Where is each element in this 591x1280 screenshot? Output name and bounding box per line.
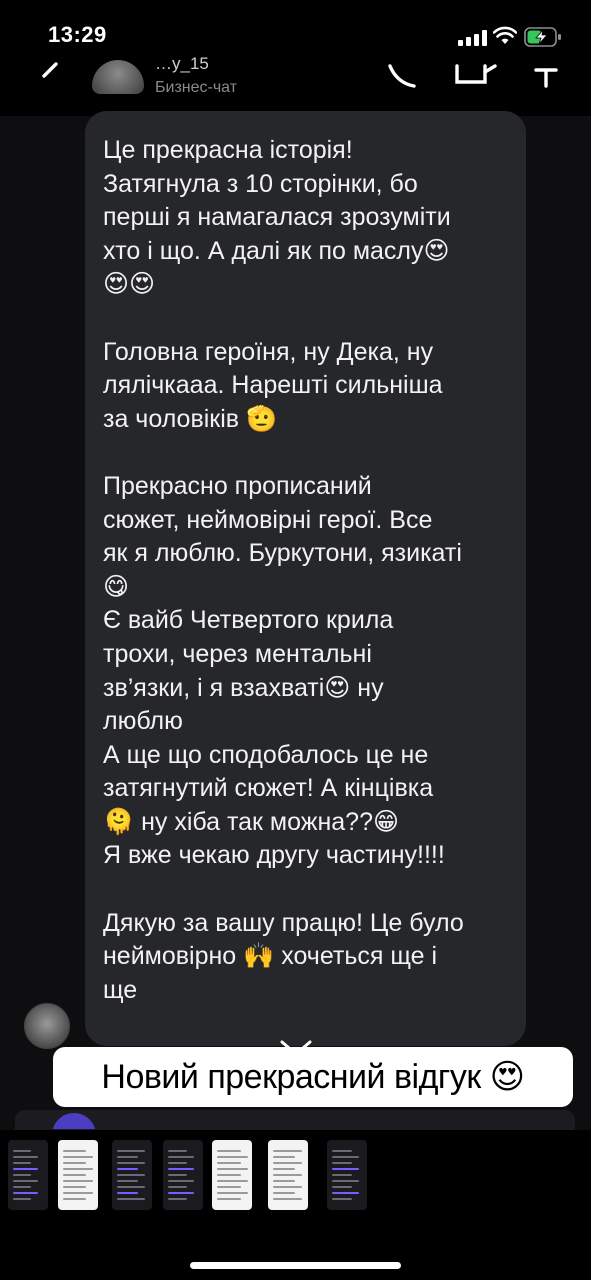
thumbnail-4[interactable] [163,1140,203,1210]
menu-icon[interactable] [530,58,564,88]
thumbnail-1[interactable] [8,1140,48,1210]
thumbnail-6[interactable] [268,1140,308,1210]
compose-bar[interactable] [15,1110,575,1130]
story-caption: Новий прекрасний відгук 😍 [53,1047,573,1107]
video-call-icon[interactable] [455,58,497,88]
signal-icon [458,30,488,46]
thumbnail-5[interactable] [212,1140,252,1210]
home-indicator[interactable] [190,1262,401,1269]
battery-charging-icon [524,27,561,47]
sender-avatar[interactable] [24,1003,70,1049]
message-text: Це прекрасна історія! Затягнула з 10 сто… [103,136,464,1004]
contact-name[interactable]: …y_15 [155,54,315,74]
thumbnail-3[interactable] [112,1140,152,1210]
contact-subtitle: Бизнес-чат [155,79,238,96]
status-time: 13:29 [48,22,107,47]
wifi-icon [493,26,517,44]
phone-call-icon[interactable] [386,58,422,88]
thumbnail-2[interactable] [58,1140,98,1210]
thumbnail-7[interactable] [327,1140,367,1210]
back-arrow-icon[interactable] [38,60,60,90]
